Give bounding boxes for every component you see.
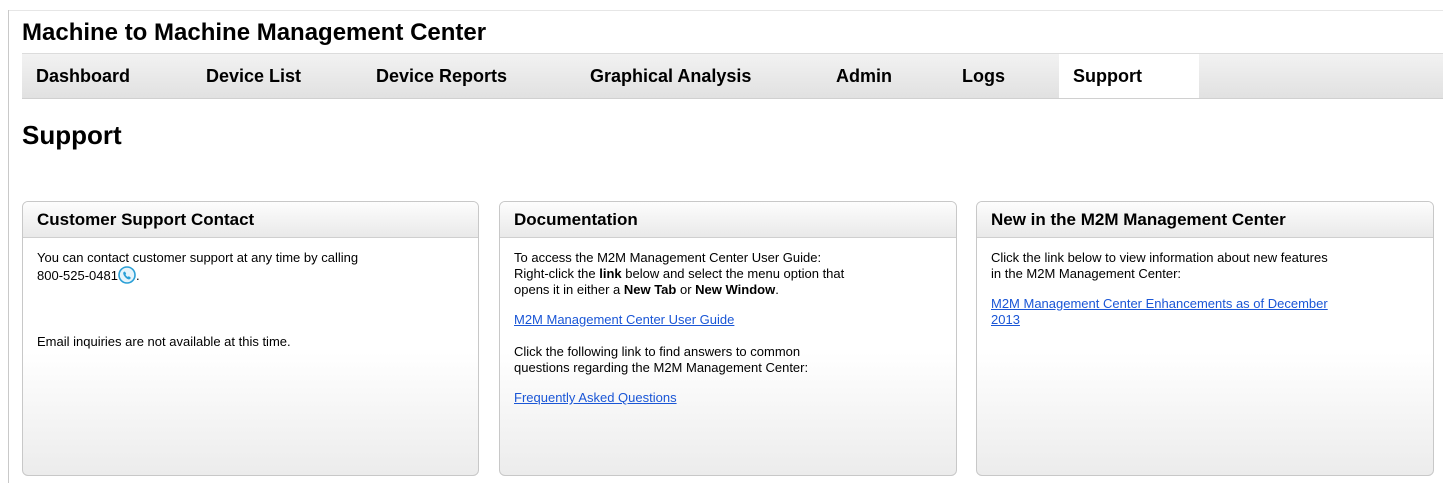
whats-new-panel: New in the M2M Management Center Click t… [976, 201, 1434, 476]
tab-graphical-analysis[interactable]: Graphical Analysis [576, 54, 822, 98]
phone-call-icon[interactable] [118, 266, 136, 284]
panel-title: Documentation [500, 202, 956, 238]
faq-link[interactable]: Frequently Asked Questions [514, 390, 677, 405]
tab-logs[interactable]: Logs [948, 54, 1059, 98]
phone-number[interactable]: 800-525-0481 [37, 268, 118, 283]
app-title: Machine to Machine Management Center [22, 19, 487, 46]
window-top-border [8, 10, 1443, 11]
panel-title: Customer Support Contact [23, 202, 478, 238]
window-left-border [8, 10, 9, 483]
tab-admin[interactable]: Admin [822, 54, 948, 98]
documentation-panel: Documentation To access the M2M Manageme… [499, 201, 957, 476]
main-nav: Dashboard Device List Device Reports Gra… [22, 53, 1443, 99]
panel-title: New in the M2M Management Center [977, 202, 1433, 238]
email-text: Email inquiries are not available at thi… [37, 334, 291, 349]
customer-support-panel: Customer Support Contact You can contact… [22, 201, 479, 476]
tab-dashboard[interactable]: Dashboard [22, 54, 192, 98]
user-guide-link[interactable]: M2M Management Center User Guide [514, 312, 734, 327]
enhancements-link[interactable]: M2M Management Center Enhancements as of… [991, 296, 1421, 328]
whats-new-text: Click the link below to view information… [991, 250, 1328, 281]
tab-device-reports[interactable]: Device Reports [362, 54, 576, 98]
call-text: You can contact customer support at any … [37, 250, 359, 284]
tab-support[interactable]: Support [1059, 54, 1199, 98]
tab-device-list[interactable]: Device List [192, 54, 362, 98]
documentation-intro: To access the M2M Management Center User… [514, 250, 845, 297]
page-title: Support [22, 120, 122, 150]
faq-text: Click the following link to find answers… [514, 344, 809, 375]
